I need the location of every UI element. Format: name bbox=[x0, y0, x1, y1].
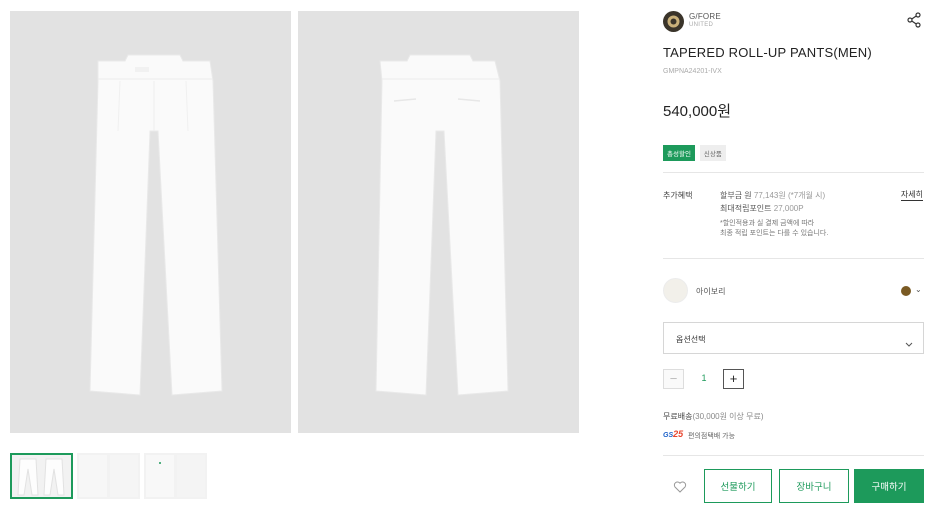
product-code: GMPNA24201-IVX bbox=[663, 68, 722, 75]
divider bbox=[663, 258, 924, 259]
product-price: 540,000원 bbox=[663, 103, 732, 120]
quantity-increase-button[interactable]: + bbox=[723, 369, 744, 389]
shipping-info: 무료배송(30,000원 이상 무료) bbox=[663, 411, 764, 422]
gs-logo-num: 25 bbox=[673, 429, 684, 439]
thumbnail-1[interactable] bbox=[10, 453, 73, 499]
chevron-down-icon[interactable]: ⌄ bbox=[915, 285, 922, 294]
product-info-panel: G/FORE UNITED TAPERED ROLL-UP PANTS(MEN)… bbox=[663, 0, 925, 519]
color-name: 아이보리 bbox=[696, 287, 726, 296]
quantity-value[interactable]: 1 bbox=[693, 373, 715, 383]
product-image-front[interactable] bbox=[10, 11, 291, 433]
buy-now-button[interactable]: 구매하기 bbox=[854, 469, 924, 503]
product-gallery bbox=[10, 11, 580, 433]
quantity-decrease-button[interactable]: − bbox=[663, 369, 684, 389]
shipping-detail: (30,000원 이상 무료) bbox=[692, 412, 764, 421]
add-to-cart-button[interactable]: 장바구니 bbox=[779, 469, 849, 503]
brand-subtitle: UNITED bbox=[689, 22, 714, 28]
color-swatch-selected[interactable] bbox=[663, 278, 688, 303]
option-select[interactable]: 옵션선택 bbox=[663, 322, 924, 354]
benefit-label: 추가혜택 bbox=[663, 191, 693, 200]
chevron-down-icon bbox=[905, 335, 913, 353]
divider bbox=[663, 455, 924, 456]
thumbnail-3[interactable] bbox=[144, 453, 207, 499]
convenience-delivery-text: 편의점택배 가능 bbox=[688, 433, 736, 440]
installment-detail: 77,143원 (*7개월 시) bbox=[753, 191, 826, 200]
product-title: TAPERED ROLL-UP PANTS(MEN) bbox=[663, 45, 872, 60]
thumbnail-2[interactable] bbox=[77, 453, 140, 499]
heart-icon[interactable] bbox=[673, 480, 687, 494]
color-selector: 아이보리 ⌄ bbox=[663, 278, 925, 304]
points-value: 27,000P bbox=[773, 204, 804, 213]
shipping-label: 무료배송 bbox=[663, 412, 693, 421]
points-prefix: 최대적립포인트 bbox=[720, 204, 772, 213]
brand-logo[interactable] bbox=[663, 11, 684, 32]
installment-info: 할부금 원 77,143원 (*7개월 시) bbox=[720, 190, 825, 201]
benefit-note-line1: *할인적용과 실 결제 금액에 따라 bbox=[720, 220, 815, 227]
color-swatch-alt[interactable] bbox=[901, 286, 911, 296]
points-info: 최대적립포인트 27,000P bbox=[720, 203, 804, 214]
status-badge-new: 신상품 bbox=[699, 145, 726, 161]
detail-link[interactable]: 자세히 bbox=[900, 189, 923, 201]
option-select-label: 옵션선택 bbox=[676, 335, 706, 344]
gift-button[interactable]: 선물하기 bbox=[704, 469, 772, 503]
gs25-logo: GS25 bbox=[663, 429, 683, 439]
installment-prefix: 할부금 원 bbox=[720, 191, 752, 200]
share-icon[interactable] bbox=[906, 12, 922, 28]
status-badge-green: 총성할인 bbox=[663, 145, 695, 161]
product-image-back[interactable] bbox=[298, 11, 579, 433]
benefit-note-line2: 최종 적립 포인트는 다를 수 있습니다. bbox=[720, 230, 829, 237]
badge-group: 총성할인 신상품 bbox=[663, 145, 726, 161]
gs-logo-prefix: GS bbox=[663, 432, 674, 439]
brand-name[interactable]: G/FORE bbox=[689, 12, 721, 21]
divider bbox=[663, 172, 924, 173]
